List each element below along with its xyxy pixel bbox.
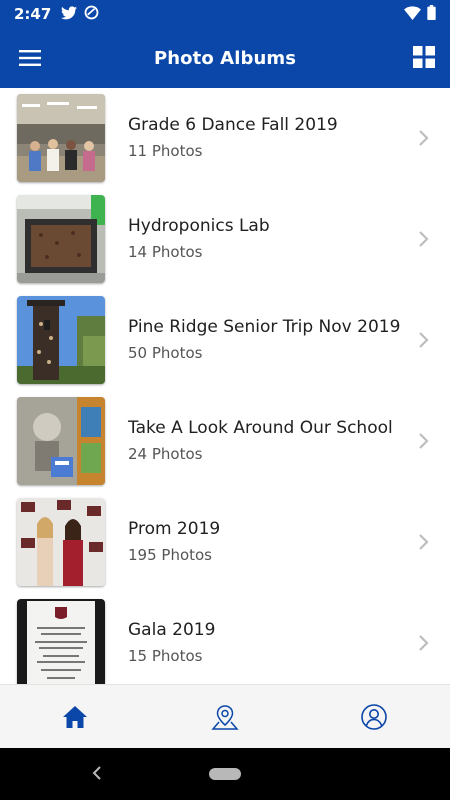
album-item[interactable]: Pine Ridge Senior Trip Nov 2019 50 Photo… (0, 290, 450, 391)
map-pin-icon[interactable] (211, 703, 239, 731)
album-photo-count: 11 Photos (128, 142, 203, 160)
page-title: Photo Albums (153, 47, 297, 69)
album-item[interactable]: Take A Look Around Our School 24 Photos (0, 391, 450, 492)
wifi-icon (404, 5, 421, 24)
album-item[interactable]: Grade 6 Dance Fall 2019 11 Photos (0, 88, 450, 189)
album-item[interactable]: Prom 2019 195 Photos (0, 492, 450, 593)
album-item[interactable]: Hydroponics Lab 14 Photos (0, 189, 450, 290)
chevron-right-icon (418, 331, 430, 349)
chevron-right-icon (418, 432, 430, 450)
system-nav-bar (0, 748, 450, 800)
status-time: 2:47 (14, 5, 52, 23)
album-title: Grade 6 Dance Fall 2019 (128, 115, 338, 135)
album-thumbnail (17, 599, 105, 684)
chevron-right-icon (418, 533, 430, 551)
status-bar: 2:47 (0, 0, 450, 28)
status-notification-icons (61, 5, 99, 24)
home-pill-button[interactable] (209, 768, 241, 780)
album-photo-count: 24 Photos (128, 445, 203, 463)
battery-icon (427, 4, 436, 24)
album-photo-count: 15 Photos (128, 647, 203, 665)
sync-icon (84, 5, 99, 24)
album-thumbnail (17, 94, 105, 182)
profile-icon[interactable] (360, 703, 388, 731)
album-thumbnail (17, 397, 105, 485)
album-photo-count: 195 Photos (128, 546, 213, 564)
home-icon[interactable] (61, 703, 89, 731)
twitter-icon (61, 5, 78, 24)
album-item[interactable]: Gala 2019 15 Photos (0, 593, 450, 684)
album-thumbnail (17, 195, 105, 283)
album-thumbnail (17, 498, 105, 586)
menu-icon[interactable] (18, 46, 42, 70)
album-title: Pine Ridge Senior Trip Nov 2019 (128, 317, 401, 337)
chevron-right-icon (418, 230, 430, 248)
grid-icon[interactable] (413, 46, 435, 68)
back-icon[interactable] (91, 765, 103, 781)
album-photo-count: 14 Photos (128, 243, 203, 261)
status-system-icons (404, 4, 436, 24)
album-list: Grade 6 Dance Fall 2019 11 Photos Hydrop… (0, 88, 450, 684)
album-title: Prom 2019 (128, 519, 221, 539)
app-bar: Photo Albums (0, 28, 450, 88)
bottom-nav (0, 684, 450, 748)
album-title: Hydroponics Lab (128, 216, 270, 236)
album-thumbnail (17, 296, 105, 384)
album-title: Take A Look Around Our School (128, 418, 393, 438)
chevron-right-icon (418, 129, 430, 147)
album-photo-count: 50 Photos (128, 344, 203, 362)
album-title: Gala 2019 (128, 620, 216, 640)
chevron-right-icon (418, 634, 430, 652)
